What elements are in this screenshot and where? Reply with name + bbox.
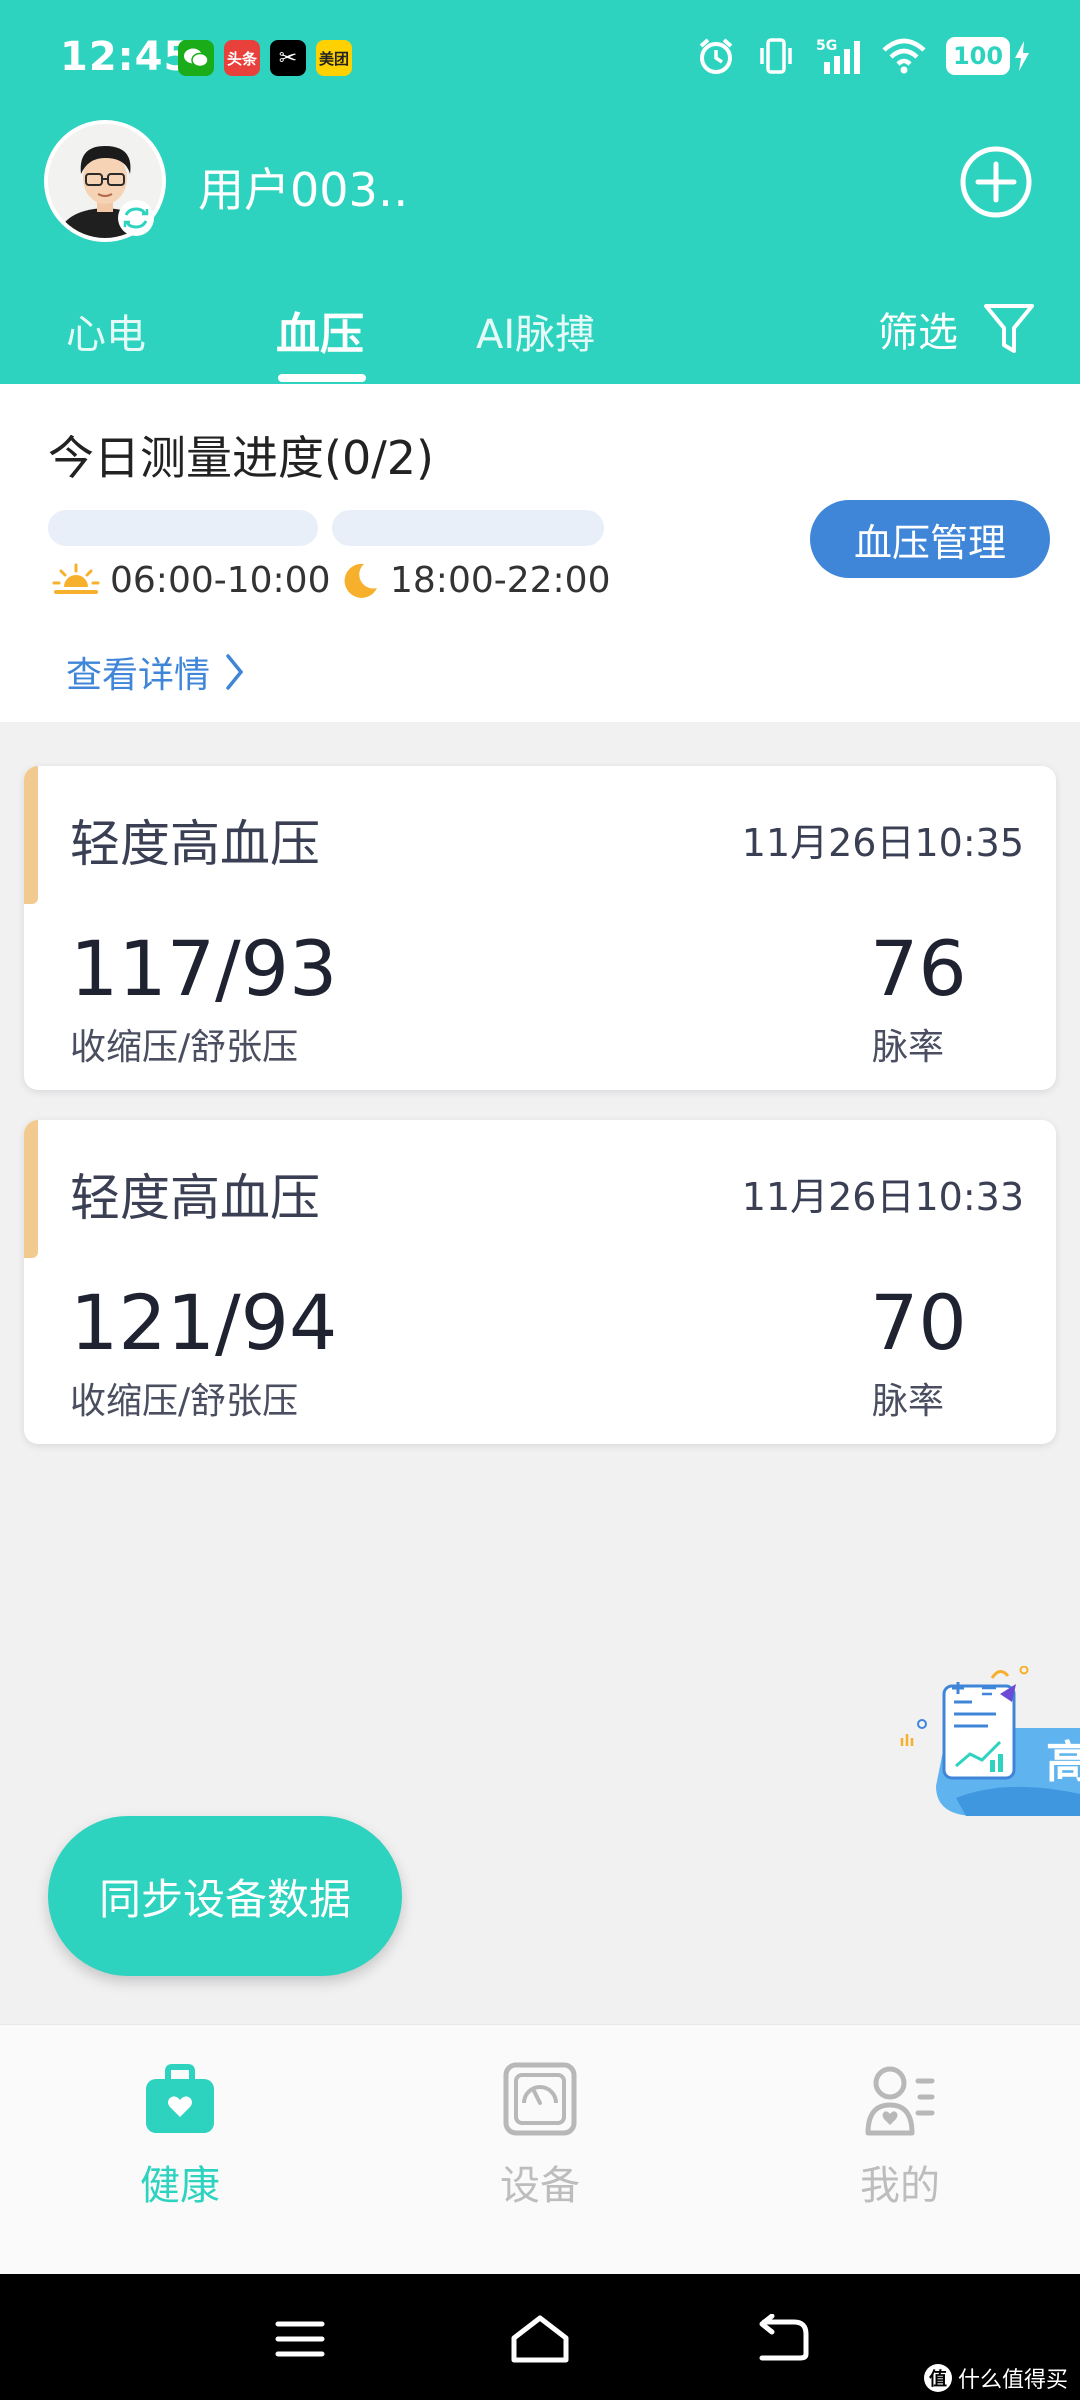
bp-value: 121/94: [70, 1278, 338, 1367]
bp-record-card[interactable]: 轻度高血压 11月26日10:33 121/94 收缩压/舒张压 70 脉率: [24, 1120, 1056, 1444]
nav-device[interactable]: 设备: [440, 2059, 640, 2211]
device-gauge-icon: [503, 2062, 577, 2136]
evening-slot: 18:00-22:00: [340, 560, 610, 601]
switch-user-icon[interactable]: [118, 200, 154, 236]
capcut-icon: ✂: [270, 40, 306, 76]
record-datetime: 11月26日10:33: [741, 1175, 1024, 1219]
toutiao-icon: 头条: [224, 40, 260, 76]
pulse-label: 脉率: [872, 1027, 945, 1068]
morning-slot: 06:00-10:00: [52, 560, 330, 601]
health-kit-icon: [146, 2064, 214, 2133]
menu-icon[interactable]: [270, 2314, 330, 2364]
home-icon[interactable]: [510, 2314, 570, 2364]
bp-label: 收缩压/舒张压: [70, 1381, 299, 1422]
charging-icon: [1015, 41, 1029, 71]
bp-level: 轻度高血压: [70, 1169, 320, 1227]
battery-indicator: 100: [946, 37, 1030, 75]
nav-device-label: 设备: [500, 2163, 580, 2209]
tab-ai-pulse[interactable]: AI脉搏: [476, 302, 595, 360]
floating-promo-banner[interactable]: 高: [896, 1665, 1080, 1816]
tab-bar: 心电 血压 AI脉搏 筛选: [0, 290, 1080, 384]
nav-health[interactable]: 健康: [80, 2059, 280, 2211]
back-icon[interactable]: [750, 2314, 810, 2364]
bp-label: 收缩压/舒张压: [70, 1027, 299, 1068]
moon-icon: [344, 563, 377, 598]
username[interactable]: 用户003‥: [198, 154, 409, 220]
view-details-link[interactable]: 查看详情: [66, 646, 244, 698]
measurement-progress-panel: 今日测量进度(0/2) 06:00-10:00 18:00-22:00 查看详情…: [0, 384, 1080, 722]
pulse-value: 76: [870, 924, 967, 1013]
alarm-icon: [699, 38, 733, 74]
notification-icons: 头条 ✂ 美团: [178, 40, 352, 76]
status-time: 12:45: [60, 34, 193, 80]
status-indicators: 5G 100: [696, 36, 1030, 76]
watermark-text: 什么值得买: [957, 2368, 1068, 2393]
add-icon[interactable]: [958, 144, 1034, 220]
view-details-label: 查看详情: [66, 655, 211, 696]
bp-record-card[interactable]: 轻度高血压 11月26日10:35 117/93 收缩压/舒张压 76 脉率: [24, 766, 1056, 1090]
level-flag: [24, 1120, 38, 1258]
vibrate-icon: [760, 38, 792, 74]
system-navigation-bar: 值 什么值得买: [0, 2274, 1080, 2400]
nav-mine[interactable]: 我的: [800, 2059, 1000, 2211]
progress-bar-morning: [48, 510, 318, 546]
filter-label: 筛选: [878, 310, 958, 356]
sync-device-data-button[interactable]: 同步设备数据: [48, 1816, 402, 1976]
app-header: 12:45 头条 ✂ 美团 5G 100 用户003‥ 心电 血压 AI脉搏 筛…: [0, 0, 1080, 384]
svg-text:5G: 5G: [816, 38, 837, 54]
evening-slot-time: 18:00-22:00: [390, 560, 611, 601]
nav-mine-label: 我的: [860, 2163, 940, 2209]
sunrise-icon: [52, 563, 100, 594]
filter-button[interactable]: 筛选: [878, 300, 1036, 358]
tab-ecg[interactable]: 心电: [66, 302, 146, 360]
profile-icon: [865, 2066, 935, 2136]
progress-bar-evening: [332, 510, 604, 546]
pulse-value: 70: [870, 1278, 967, 1367]
record-datetime: 11月26日10:35: [741, 821, 1024, 865]
tab-blood-pressure[interactable]: 血压: [276, 298, 364, 362]
bp-level: 轻度高血压: [70, 815, 320, 873]
bottom-navigation: 健康 设备 我的: [0, 2024, 1080, 2274]
nav-health-label: 健康: [140, 2163, 220, 2209]
pulse-label: 脉率: [872, 1381, 945, 1422]
wechat-icon: [178, 40, 214, 76]
tab-active-indicator: [278, 374, 366, 382]
signal-5g-icon: 5G: [816, 38, 860, 74]
meituan-icon: 美团: [316, 40, 352, 76]
bp-value: 117/93: [70, 924, 338, 1013]
filter-icon: [984, 304, 1034, 353]
promo-text: 高: [1046, 1737, 1080, 1788]
battery-level: 100: [946, 37, 1010, 75]
status-bar: 12:45 头条 ✂ 美团 5G 100: [0, 0, 1080, 120]
wifi-icon: [882, 38, 926, 74]
morning-slot-time: 06:00-10:00: [110, 560, 331, 601]
progress-title: 今日测量进度(0/2): [48, 431, 434, 485]
bp-management-button[interactable]: 血压管理: [810, 500, 1050, 578]
level-flag: [24, 766, 38, 904]
chevron-right-icon: [226, 654, 244, 690]
watermark: 值 什么值得买: [923, 2362, 1068, 2394]
watermark-badge: 值: [923, 2364, 952, 2392]
